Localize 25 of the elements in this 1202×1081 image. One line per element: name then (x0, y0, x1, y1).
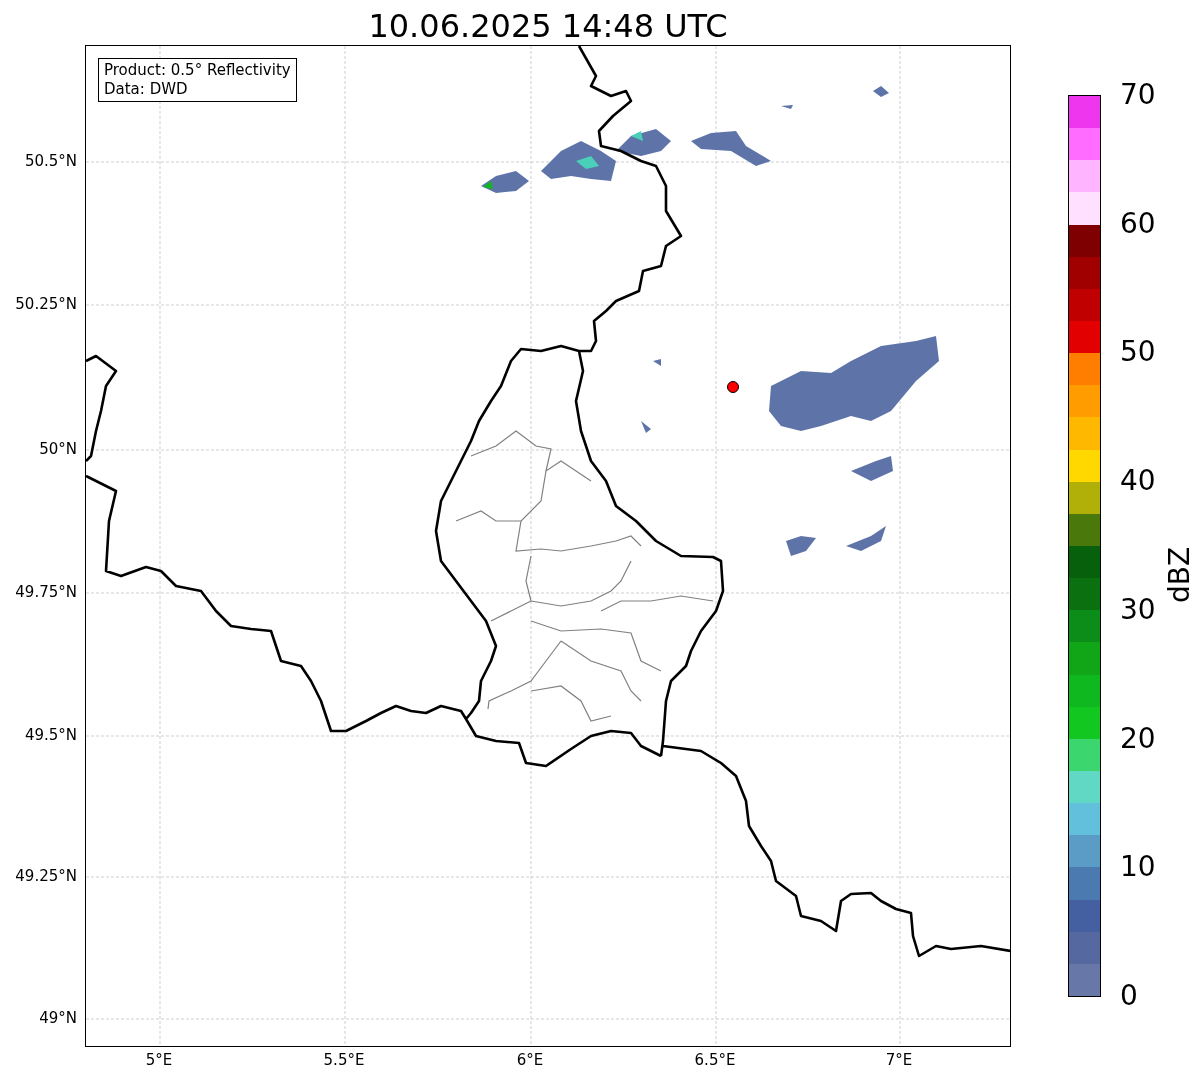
radar-site-marker (727, 381, 739, 393)
longitude-label: 6°E (515, 1051, 545, 1069)
info-text: Data: DWD (104, 80, 189, 99)
latitude-label: 50°N (39, 440, 77, 458)
latitude-label: 49.75°N (15, 583, 77, 601)
colorbar-tick-label: 60 (1120, 207, 1156, 240)
colorbar-tick-label: 30 (1120, 593, 1156, 626)
latitude-label: 49.5°N (24, 726, 77, 744)
colorbar-axis-label: dBZ (1164, 546, 1196, 604)
latitude-label: 50.25°N (15, 295, 77, 313)
latitude-label: 49.25°N (15, 867, 77, 885)
info-text: Product: 0.5° Reflectivity (104, 61, 291, 80)
longitude-label: 5°E (144, 1051, 174, 1069)
colorbar-tick-label: 50 (1120, 336, 1156, 369)
chart-title: 10.06.2025 14:48 UTC (367, 6, 729, 47)
longitude-label: 5.5°E (322, 1051, 366, 1069)
latitude-label: 49°N (39, 1009, 77, 1027)
latitude-label: 50.5°N (24, 152, 77, 170)
colorbar-tick-label: 20 (1120, 722, 1156, 755)
longitude-label: 7°E (884, 1051, 914, 1069)
colorbar-tick-label: 0 (1120, 979, 1138, 1012)
longitude-label: 6.5°E (693, 1051, 737, 1069)
colorbar-tick-label: 40 (1120, 465, 1156, 498)
colorbar-tick-label: 70 (1120, 79, 1156, 111)
colorbar-tick-label: 10 (1120, 851, 1156, 884)
